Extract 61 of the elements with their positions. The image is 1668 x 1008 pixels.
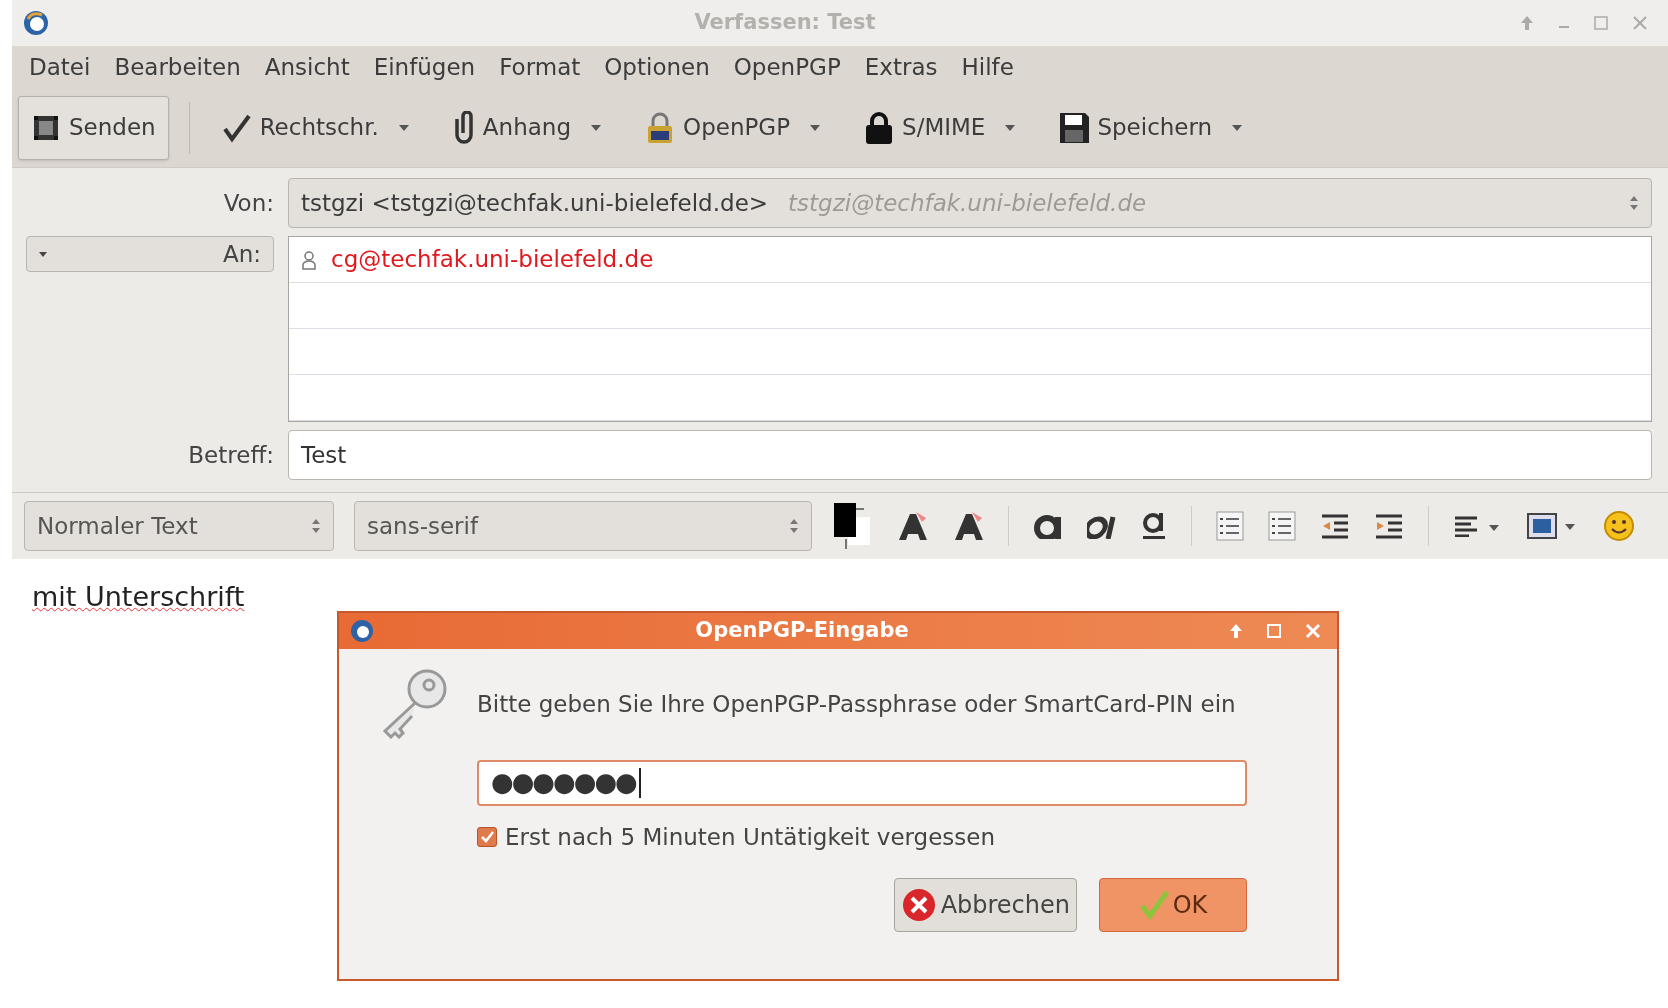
menu-item[interactable]: Extras: [864, 49, 938, 85]
menu-item[interactable]: Ansicht: [264, 49, 350, 85]
recipient-address[interactable]: cg@techfak.uni-bielefeld.de: [331, 242, 654, 277]
recipient-type-button[interactable]: An:: [26, 236, 274, 272]
spinner-arrows-icon: [311, 517, 321, 535]
from-dropdown[interactable]: tstgzi <tstgzi@techfak.uni-bielefeld.de> tstgzi@techfak.uni-bielefeld.de: [288, 178, 1652, 228]
menu-item[interactable]: OpenPGP: [733, 49, 841, 85]
caret-icon: [39, 251, 47, 257]
window-title: Verfassen: Test: [693, 9, 877, 37]
toolbar-button[interactable]: Rechtschr.: [209, 95, 421, 160]
numbered-list-icon[interactable]: [1268, 511, 1296, 541]
toolbar-button[interactable]: Anhang: [440, 95, 614, 160]
passphrase-field[interactable]: ●●●●●●●: [477, 759, 1247, 806]
dialog-title: OpenPGP-Eingabe: [694, 617, 910, 645]
spinner-arrows-icon: [789, 517, 799, 535]
remember-label: Erst nach 5 Minuten Untätigkeit vergessen: [505, 822, 996, 852]
up-arrow-icon[interactable]: [1229, 623, 1243, 639]
message-text: mit Unterschrift: [32, 581, 245, 612]
outdent-icon[interactable]: [1320, 513, 1350, 539]
toolbar-button[interactable]: S/MIME: [852, 95, 1028, 160]
app-icon: [349, 618, 375, 644]
menu-item[interactable]: Bearbeiten: [114, 49, 241, 85]
app-icon: [22, 9, 50, 37]
menu-item[interactable]: Einfügen: [373, 49, 476, 85]
caret-icon[interactable]: [1005, 124, 1016, 131]
bold-icon[interactable]: [1033, 513, 1063, 539]
menu-item[interactable]: Optionen: [604, 49, 710, 85]
menu-item[interactable]: Hilfe: [961, 49, 1014, 85]
checkmark-icon: [480, 829, 494, 844]
indent-icon[interactable]: [1374, 513, 1404, 539]
dialog-button[interactable]: OK: [1099, 878, 1247, 932]
menu-item[interactable]: Format: [499, 49, 581, 85]
larger-text-icon[interactable]: [952, 510, 984, 542]
caret-icon[interactable]: [591, 124, 602, 131]
cancel-icon: [900, 887, 937, 923]
checkmark-icon: [1138, 890, 1169, 920]
caret-icon[interactable]: [1232, 124, 1243, 131]
toolbar-button[interactable]: Senden: [18, 95, 169, 160]
dialog-button[interactable]: Abbrechen: [893, 878, 1077, 932]
caret-icon[interactable]: [398, 124, 409, 131]
dialog-prompt: Bitte geben Sie Ihre OpenPGP-Passphrase oder SmartCard-PIN ein: [477, 690, 1237, 719]
toolbar-button[interactable]: Speichern: [1047, 95, 1255, 160]
toolbar-button[interactable]: OpenPGP: [633, 95, 833, 160]
smiley-icon[interactable]: [1603, 510, 1635, 542]
smaller-text-icon[interactable]: [896, 510, 928, 542]
font-dropdown[interactable]: sans-serif: [354, 501, 812, 551]
paperclip-icon: [452, 110, 475, 145]
menu-item[interactable]: Datei: [29, 49, 91, 85]
person-icon: [301, 249, 317, 270]
paragraph-format-dropdown[interactable]: Normaler Text: [24, 501, 334, 551]
subject-field[interactable]: Test: [288, 430, 1652, 480]
checkmark-icon: [221, 112, 252, 143]
caret-icon[interactable]: [810, 124, 821, 131]
bullet-list-icon[interactable]: [1216, 511, 1244, 541]
text-color-icon[interactable]: [832, 501, 872, 551]
spinner-arrows-icon: [1629, 194, 1639, 212]
from-label: Von:: [222, 188, 275, 218]
subject-label: Betreff:: [187, 440, 275, 470]
remember-checkbox[interactable]: [477, 826, 497, 847]
underline-icon[interactable]: [1141, 511, 1167, 541]
lock-icon: [864, 110, 895, 145]
